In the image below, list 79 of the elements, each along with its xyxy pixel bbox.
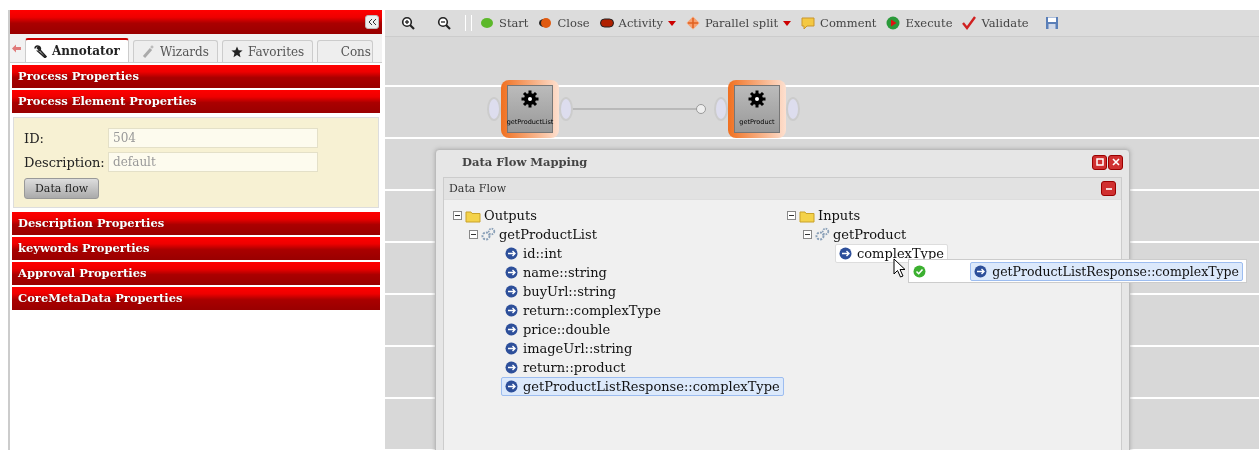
save-icon xyxy=(1044,16,1059,30)
gears-icon xyxy=(481,227,496,242)
section-header[interactable]: Description Properties xyxy=(12,212,380,235)
speech-bubble-icon xyxy=(801,16,816,30)
ball-icon xyxy=(538,16,553,30)
collapse-button[interactable] xyxy=(1101,181,1116,196)
tree-item[interactable]: price::double xyxy=(501,320,615,339)
field-label: ID: xyxy=(24,130,45,146)
data-flow-button[interactable]: Data flow xyxy=(24,178,100,199)
maximize-button[interactable] xyxy=(1092,154,1107,170)
double-chevron-icon xyxy=(367,18,377,26)
zoom-in-icon xyxy=(401,16,415,30)
play-icon xyxy=(886,16,901,30)
check-circle-icon xyxy=(913,264,926,278)
section-header[interactable]: Process Element Properties xyxy=(12,90,380,113)
section-header[interactable]: Process Properties xyxy=(12,65,380,88)
field-icon xyxy=(505,247,518,260)
star-icon xyxy=(230,45,243,58)
wand-icon xyxy=(141,45,155,58)
toolbar-button[interactable]: Activity xyxy=(597,16,678,30)
toolbar-button[interactable]: Start xyxy=(478,16,531,30)
toolbar-button[interactable]: Parallel split xyxy=(683,16,794,30)
close-icon xyxy=(1111,158,1120,166)
tree-item[interactable]: getProductListResponse::complexType xyxy=(501,377,784,396)
gear-icon xyxy=(521,90,539,108)
gear-icon xyxy=(748,90,766,108)
folder-icon xyxy=(465,208,481,223)
maximize-icon xyxy=(1095,158,1104,166)
field-icon xyxy=(974,264,988,278)
ball-icon xyxy=(480,16,494,30)
tree-item[interactable]: name::string xyxy=(501,263,611,282)
field-label: Description: xyxy=(24,154,106,170)
toolbar-separator xyxy=(465,15,472,31)
dialog-title: Data Flow Mapping xyxy=(462,155,588,169)
dragged-item: getProductListResponse::complexType xyxy=(970,261,1243,281)
panel-title: Data Flow xyxy=(449,182,507,195)
tab[interactable]: Wizards xyxy=(132,40,218,62)
capsule-icon xyxy=(599,16,614,30)
folder-icon xyxy=(799,208,815,223)
collapse-toggle-icon[interactable] xyxy=(469,230,478,239)
field-icon xyxy=(505,285,518,298)
toolbar-button[interactable]: Execute xyxy=(884,16,955,30)
checkmark-icon xyxy=(962,16,977,30)
section-header[interactable]: keywords Properties xyxy=(12,237,380,260)
gears-icon xyxy=(815,227,830,242)
section-header[interactable]: Approval Properties xyxy=(12,262,380,285)
field-icon xyxy=(505,361,518,374)
wrench-icon xyxy=(33,44,47,58)
tree-item[interactable]: buyUrl::string xyxy=(501,282,621,301)
field-icon xyxy=(839,247,852,260)
field-icon xyxy=(505,323,518,336)
field-icon xyxy=(505,304,518,317)
tree-item[interactable]: Inputs xyxy=(818,208,861,223)
tree-item[interactable]: imageUrl::string xyxy=(501,339,637,358)
field-icon xyxy=(505,380,518,393)
scroll-left-icon[interactable] xyxy=(12,44,21,53)
collapse-toggle-icon[interactable] xyxy=(453,211,462,220)
tree-item[interactable]: Outputs xyxy=(484,208,537,223)
field-icon xyxy=(505,266,518,279)
tree-item[interactable]: return::complexType xyxy=(501,301,665,320)
tab[interactable]: Annotator xyxy=(24,38,129,62)
close-button[interactable] xyxy=(1108,154,1123,170)
section-header[interactable]: CoreMetaData Properties xyxy=(12,287,380,310)
tab[interactable]: Cons xyxy=(317,40,373,62)
tree-item[interactable]: id::int xyxy=(501,244,566,263)
collapse-button[interactable] xyxy=(365,15,379,29)
toolbar-button[interactable]: Close xyxy=(536,16,592,30)
tree-item[interactable]: getProductList xyxy=(499,227,597,242)
field-icon xyxy=(505,342,518,355)
tree-item[interactable]: complexType xyxy=(835,244,948,263)
collapse-toggle-icon[interactable] xyxy=(787,211,796,220)
tree-item[interactable]: getProduct xyxy=(833,227,907,242)
zoom-out-icon xyxy=(437,16,451,30)
tab[interactable]: Favorites xyxy=(221,40,314,62)
collapse-toggle-icon[interactable] xyxy=(803,230,812,239)
diamond-icon xyxy=(685,16,700,30)
tree-item[interactable]: return::product xyxy=(501,358,630,377)
toolbar-button[interactable]: Validate xyxy=(960,16,1031,30)
toolbar-button[interactable]: Comment xyxy=(799,16,879,30)
